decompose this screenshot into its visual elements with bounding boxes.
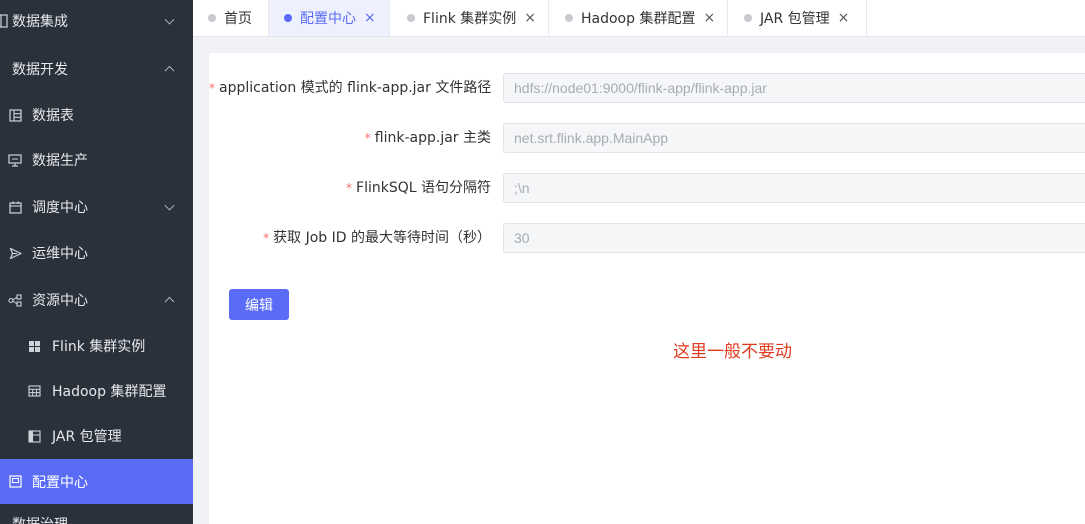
sidebar-item-label: 数据开发 <box>12 62 68 78</box>
annotation-note: 这里一般不要动 <box>673 342 792 362</box>
edit-button[interactable]: 编辑 <box>229 289 289 320</box>
sidebar-item-data-production[interactable]: 数据生产 <box>0 137 193 183</box>
table-icon <box>8 108 22 122</box>
tab-jar-management[interactable]: JAR 包管理 × <box>728 0 867 36</box>
chevron-down-icon <box>164 14 175 25</box>
calendar-icon <box>8 200 22 214</box>
chevron-down-icon <box>164 200 175 211</box>
status-dot-icon <box>744 14 752 22</box>
chevron-up-icon <box>164 296 175 307</box>
tab-home[interactable]: 首页 <box>193 0 269 36</box>
tab-label: JAR 包管理 <box>760 11 830 27</box>
tab-label: 配置中心 <box>300 11 356 27</box>
required-mark: * <box>364 131 371 145</box>
sidebar-item-resource-center[interactable]: 资源中心 <box>0 277 193 323</box>
sidebar-item-label: 数据治理 <box>12 514 68 524</box>
sidebar-item-scheduling-center[interactable]: 调度中心 <box>0 184 193 230</box>
field-label-text: 获取 Job ID 的最大等待时间（秒） <box>273 230 491 246</box>
close-icon[interactable]: × <box>364 11 376 25</box>
status-dot-icon <box>407 14 415 22</box>
job-id-wait-input[interactable] <box>503 223 1085 253</box>
form-row-sql-separator: * FlinkSQL 语句分隔符 <box>209 173 1085 203</box>
status-dot-icon <box>565 14 573 22</box>
tab-hadoop-cluster[interactable]: Hadoop 集群配置 × <box>549 0 728 36</box>
tab-label: 首页 <box>224 11 252 27</box>
sidebar-item-label: 运维中心 <box>32 246 88 262</box>
tab-flink-cluster[interactable]: Flink 集群实例 × <box>390 0 549 36</box>
required-mark: * <box>346 181 353 195</box>
sidebar-item-label: 资源中心 <box>32 293 88 309</box>
send-icon <box>8 246 22 260</box>
grid-four-icon <box>27 339 41 353</box>
sidebar-item-flink-cluster[interactable]: Flink 集群实例 <box>0 323 193 369</box>
field-label-text: application 模式的 flink-app.jar 文件路径 <box>219 80 492 96</box>
sidebar-item-data-governance[interactable]: 数据治理 <box>0 504 193 524</box>
chevron-up-icon <box>164 65 175 76</box>
sql-separator-input[interactable] <box>503 173 1085 203</box>
sidebar-item-data-development[interactable]: 数据开发 <box>0 46 193 92</box>
sidebar-item-label: 调度中心 <box>32 200 88 216</box>
tab-bar: 首页 配置中心 × Flink 集群实例 × Hadoop 集群配置 × JAR… <box>193 0 1085 37</box>
share-icon <box>8 293 22 307</box>
window-icon <box>8 475 22 489</box>
close-icon[interactable]: × <box>524 11 536 25</box>
sidebar-item-label: 数据生产 <box>32 153 88 169</box>
status-dot-icon <box>208 14 216 22</box>
sidebar-item-label: 配置中心 <box>32 474 88 491</box>
field-label-text: FlinkSQL 语句分隔符 <box>356 180 491 196</box>
main-content: *application 模式的 flink-app.jar 文件路径 *fli… <box>193 37 1085 524</box>
status-dot-icon <box>284 14 292 22</box>
monitor-icon <box>8 153 22 167</box>
layout-icon <box>27 429 41 443</box>
sidebar-item-label: JAR 包管理 <box>52 429 122 445</box>
sidebar-item-data-integration[interactable]: 数据集成 <box>0 0 193 44</box>
grid-icon <box>0 14 8 28</box>
tab-label: Flink 集群实例 <box>423 11 517 27</box>
sidebar-item-label: 数据表 <box>32 108 74 124</box>
field-label: * flink-app.jar 主类 <box>209 123 491 153</box>
form-row-main-class: * flink-app.jar 主类 <box>209 123 1085 153</box>
form-row-job-id-wait: * 获取 Job ID 的最大等待时间（秒） <box>209 223 1085 253</box>
config-form-card: *application 模式的 flink-app.jar 文件路径 *fli… <box>209 53 1085 524</box>
field-label: * 获取 Job ID 的最大等待时间（秒） <box>209 223 491 253</box>
field-label: * FlinkSQL 语句分隔符 <box>209 173 491 203</box>
close-icon[interactable]: × <box>838 11 850 25</box>
main-class-input[interactable] <box>503 123 1085 153</box>
jar-path-input[interactable] <box>503 73 1085 103</box>
sidebar-item-label: Flink 集群实例 <box>52 339 146 355</box>
required-mark: * <box>263 231 270 245</box>
sidebar-item-hadoop-cluster[interactable]: Hadoop 集群配置 <box>0 368 193 414</box>
sidebar: 数据集成 数据开发 数据表 数据生产 调度中心 运维中心 资源中心 Flink … <box>0 0 193 524</box>
tab-config-center[interactable]: 配置中心 × <box>269 0 390 36</box>
required-mark: * <box>209 81 215 95</box>
close-icon[interactable]: × <box>703 11 715 25</box>
sidebar-item-config-center[interactable]: 配置中心 <box>0 459 193 504</box>
sidebar-item-jar-management[interactable]: JAR 包管理 <box>0 413 193 459</box>
field-label: * application 模式的 flink-app.jar 文件路径 <box>209 73 491 103</box>
tab-label: Hadoop 集群配置 <box>581 11 696 27</box>
sidebar-item-data-table[interactable]: 数据表 <box>0 92 193 138</box>
table-icon <box>27 384 41 398</box>
sidebar-item-label: Hadoop 集群配置 <box>52 384 167 400</box>
field-label-text: flink-app.jar 主类 <box>374 130 491 146</box>
sidebar-item-ops-center[interactable]: 运维中心 <box>0 230 193 276</box>
form-row-jar-path: * application 模式的 flink-app.jar 文件路径 <box>209 73 1085 103</box>
sidebar-item-label: 数据集成 <box>12 14 68 30</box>
